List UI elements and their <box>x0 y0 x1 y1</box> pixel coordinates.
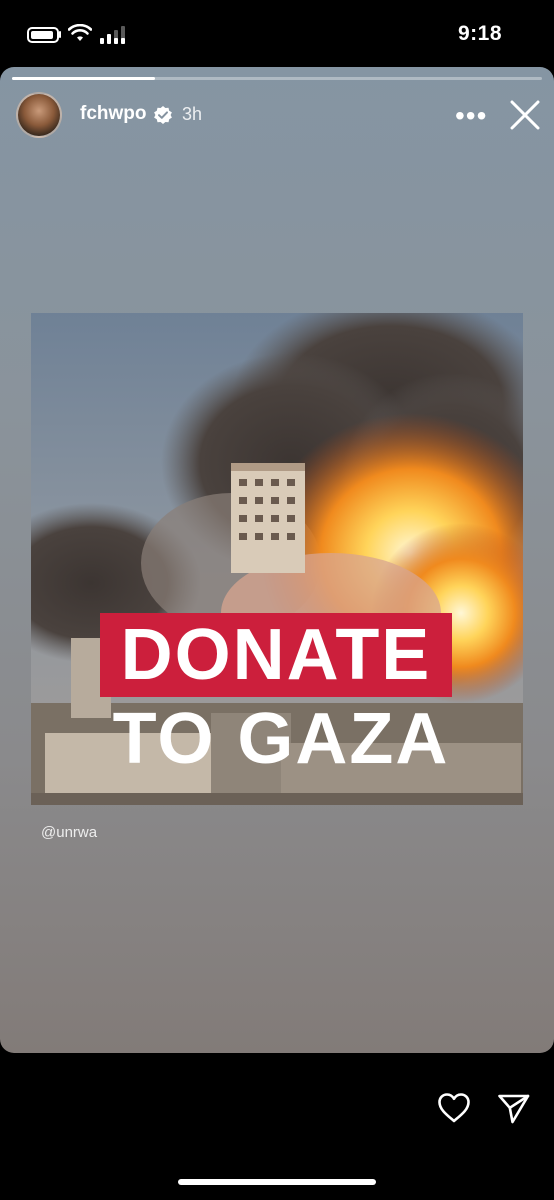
cellular-icon <box>100 26 125 44</box>
headline-donate: DONATE <box>120 615 432 695</box>
status-time: 9:18 <box>457 22 502 45</box>
story-card[interactable]: fchwpo 3h ••• DONATE TO GAZA @unrwa <box>0 67 554 1053</box>
wifi-icon <box>68 24 92 41</box>
username[interactable]: fchwpo <box>80 103 147 125</box>
headline-to-gaza: TO GAZA <box>112 699 450 779</box>
time-ago: 3h <box>182 104 203 124</box>
more-icon[interactable]: ••• <box>455 102 487 130</box>
avatar[interactable] <box>16 92 62 138</box>
donate-banner: DONATE <box>100 613 452 697</box>
story-post-image[interactable]: DONATE TO GAZA <box>31 313 523 805</box>
status-bar: 9:18 <box>0 0 554 68</box>
battery-icon <box>27 27 59 43</box>
story-progress-fill <box>12 77 156 80</box>
home-indicator[interactable] <box>178 1179 376 1185</box>
heart-icon[interactable] <box>437 1092 471 1124</box>
verified-icon <box>154 106 172 124</box>
battery-nub <box>59 31 61 38</box>
close-icon[interactable] <box>509 99 541 131</box>
mention-sticker[interactable]: @unrwa <box>41 824 97 841</box>
send-icon[interactable] <box>497 1093 531 1125</box>
story-progress-bar <box>12 77 542 80</box>
